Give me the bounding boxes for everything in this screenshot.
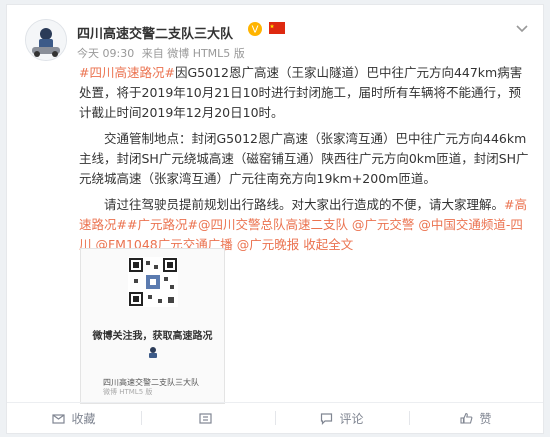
- paragraph-2: 交通管制地点：封闭G5012恩广高速（张家湾互通）巴中往广元方向446km主线，…: [79, 131, 529, 186]
- post-time: 今天 09:30: [77, 47, 135, 60]
- chevron-down-icon[interactable]: [515, 21, 529, 35]
- post-header: 四川高速交警二支队三大队 V 今天 09:30 来自 微博 HTML5 版: [17, 13, 535, 61]
- repost-button[interactable]: [141, 403, 275, 433]
- china-flag-icon: [269, 22, 285, 34]
- qr-code-icon: [128, 257, 178, 307]
- post-body: #四川高速路况#因G5012恩广高速（王家山隧道）巴中往广元方向447km病害处…: [79, 63, 533, 261]
- like-label: 赞: [479, 411, 492, 426]
- thumbs-up-icon: [460, 412, 473, 424]
- comment-label: 评论: [339, 411, 364, 426]
- verified-badge-icon: V: [248, 22, 262, 36]
- favorite-button[interactable]: 收藏: [7, 403, 141, 433]
- share-caption: 微博关注我，获取高速路况: [92, 331, 213, 342]
- paragraph-3: 请过往驾驶员提前规划出行路线。对大家出行造成的不便，请大家理解。#高速路况##广…: [79, 195, 533, 255]
- comment-icon: [321, 412, 333, 425]
- weibo-post-card: 四川高速交警二支队三大队 V 今天 09:30 来自 微博 HTML5 版 #四…: [6, 4, 544, 434]
- comment-button[interactable]: 评论: [275, 403, 409, 433]
- author-name[interactable]: 四川高速交警二支队三大队: [77, 23, 233, 42]
- action-bar: 收藏 评论 赞: [7, 402, 543, 433]
- paragraph-1: #四川高速路况#因G5012恩广高速（王家山隧道）巴中往广元方向447km病害处…: [79, 63, 533, 123]
- post-source: 来自 微博 HTML5 版: [141, 47, 245, 60]
- favorite-label: 收藏: [71, 411, 96, 426]
- post-meta: 今天 09:30 来自 微博 HTML5 版: [77, 45, 245, 61]
- paragraph-3-text: 请过往驾驶员提前规划出行路线。对大家出行造成的不便，请大家理解。: [104, 197, 505, 212]
- author-avatar[interactable]: [25, 19, 67, 61]
- share-card-sub: 微博 HTML5 版: [103, 388, 153, 396]
- topic-tag-sichuan-road[interactable]: #四川高速路况#: [79, 65, 175, 80]
- repost-icon: [198, 412, 212, 424]
- box-icon: [52, 413, 66, 424]
- share-image-card[interactable]: 微博关注我，获取高速路况 四川高速交警二支队三大队 微博 HTML5 版: [80, 248, 225, 404]
- like-button[interactable]: 赞: [409, 403, 543, 433]
- mini-avatar-icon: [149, 347, 157, 358]
- topic-tag-guangyuan[interactable]: #广元路况#: [127, 217, 198, 232]
- svg-text:V: V: [252, 25, 259, 36]
- collapse-link[interactable]: 收起全文: [303, 237, 353, 252]
